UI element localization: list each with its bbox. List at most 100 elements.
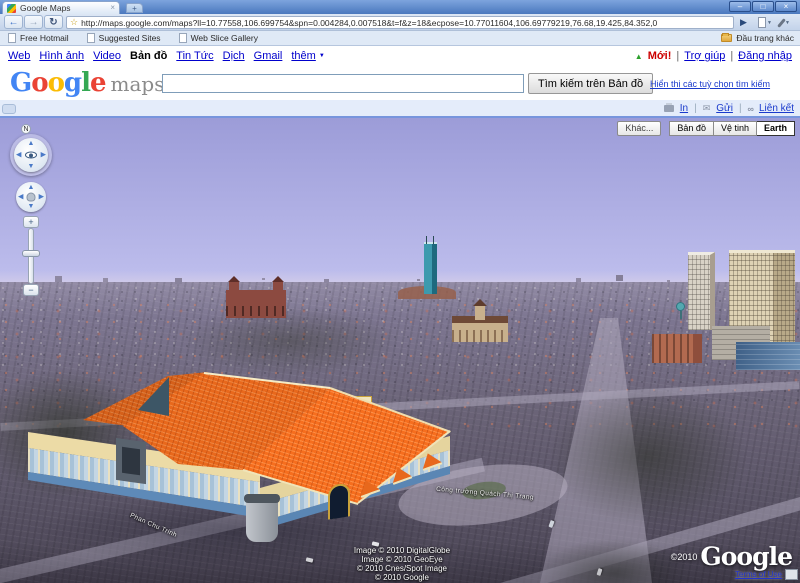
glass-building	[736, 342, 800, 370]
look-left-arrow[interactable]: ◀	[16, 152, 21, 159]
map-3d-view[interactable]: Công trường Quách Thị Trang Phan Chu Tri…	[0, 118, 800, 583]
red-brick-building	[226, 276, 286, 318]
credit-line: Image © 2010 DigitalGlobe	[353, 546, 451, 555]
page-menu-button[interactable]: ▼	[758, 16, 776, 29]
tower	[475, 305, 485, 320]
map-action-bar: In | ✉ Gửi | ∞ Liên kết	[0, 100, 800, 118]
email-icon: ✉	[702, 103, 711, 113]
nav-gmail[interactable]: Gmail	[254, 50, 283, 62]
bookmark-label: Suggested Sites	[98, 33, 161, 43]
logo-letter: G	[10, 68, 32, 98]
nav-more[interactable]: thêm	[291, 50, 315, 62]
window-titlebar: Google Maps × + – □ ×	[0, 0, 800, 14]
tree-patch	[180, 306, 400, 376]
print-link[interactable]: In	[680, 103, 688, 114]
look-up-arrow[interactable]: ▲	[28, 140, 35, 147]
share-actions: In | ✉ Gửi | ∞ Liên kết	[663, 103, 794, 114]
minimize-button[interactable]: –	[729, 1, 751, 12]
bookmark-star-icon[interactable]: ☆	[70, 18, 78, 27]
ben-thanh-market-model	[28, 368, 458, 566]
view-earth-button[interactable]: Earth	[756, 121, 795, 136]
pan-right-arrow[interactable]: ▶	[39, 194, 44, 201]
search-options-link[interactable]: Hiển thị các tuỳ chọn tìm kiếm	[650, 79, 770, 89]
view-more-button[interactable]: Khác...	[617, 121, 662, 136]
forward-button[interactable]: →	[24, 15, 43, 29]
url-input[interactable]	[81, 17, 730, 28]
google-maps-logo[interactable]: Google maps	[10, 68, 165, 98]
separator: |	[676, 50, 680, 62]
new-badge[interactable]: Mới!	[648, 50, 672, 62]
logo-letter: o	[31, 68, 48, 98]
logo-product: maps	[110, 72, 165, 96]
compass-north-badge[interactable]: N	[21, 124, 31, 134]
imagery-credits: Image © 2010 DigitalGlobe Image © 2010 G…	[322, 546, 482, 582]
link-link[interactable]: Liên kết	[759, 103, 794, 114]
page-icon	[86, 33, 95, 43]
google-services-header: Web Hình ảnh Video Bản đồ Tin Tức Dịch G…	[0, 46, 800, 68]
watermark-brand: Google	[700, 542, 793, 571]
nav-video[interactable]: Video	[93, 50, 121, 62]
close-button[interactable]: ×	[775, 1, 797, 12]
pan-control[interactable]: ▲ ▼ ◀ ▶	[16, 182, 46, 212]
bookmark-item[interactable]: Suggested Sites	[86, 33, 161, 43]
bookmark-label: Web Slice Gallery	[190, 33, 258, 43]
eye-icon	[25, 151, 37, 159]
bookmark-item[interactable]: Free Hotmail	[8, 33, 69, 43]
panel-collapse-button[interactable]	[2, 104, 16, 114]
look-down-arrow[interactable]: ▼	[28, 163, 35, 170]
back-button[interactable]: ←	[4, 15, 23, 29]
chevron-down-icon: ▼	[785, 19, 790, 26]
other-bookmarks-button[interactable]: Đầu trang khác	[721, 33, 794, 43]
colonial-building	[452, 299, 508, 342]
bookmark-label: Free Hotmail	[20, 33, 69, 43]
logo-letter: o	[47, 68, 65, 98]
browser-tab[interactable]: Google Maps ×	[2, 1, 120, 14]
maximize-button[interactable]: □	[752, 1, 774, 12]
tree-patch	[548, 386, 748, 526]
sign-in-link[interactable]: Đăng nhập	[738, 50, 792, 62]
distant-skyline	[55, 276, 62, 282]
zoom-out-button[interactable]: −	[23, 284, 39, 296]
address-bar[interactable]: ☆	[66, 16, 734, 29]
nav-news[interactable]: Tin Tức	[176, 50, 213, 62]
nav-images[interactable]: Hình ảnh	[39, 50, 84, 62]
help-link[interactable]: Trợ giúp	[684, 50, 725, 62]
pan-down-arrow[interactable]: ▼	[28, 203, 35, 210]
window-controls: – □ ×	[729, 1, 797, 12]
map-view-switcher: Khác... Bản đồ Vệ tinh Earth	[617, 121, 795, 136]
nav-translate[interactable]: Dịch	[223, 50, 245, 62]
new-tab-button[interactable]: +	[126, 3, 143, 13]
wrench-menu-button[interactable]: ▼	[777, 16, 798, 29]
windows	[226, 306, 286, 316]
look-control[interactable]: ▲ ▼ ◀ ▶	[14, 138, 48, 172]
corner-turret	[244, 494, 280, 542]
search-button[interactable]: Tìm kiếm trên Bản đồ	[528, 73, 654, 94]
view-satellite-button[interactable]: Vệ tinh	[713, 121, 757, 136]
pan-up-arrow[interactable]: ▲	[28, 184, 35, 191]
highrise-building	[688, 252, 715, 330]
look-right-arrow[interactable]: ▶	[41, 152, 46, 159]
map-search-input[interactable]	[162, 74, 524, 93]
scale-toggle-icon[interactable]	[785, 569, 798, 580]
go-button[interactable]: ▶	[740, 17, 747, 28]
page-icon	[8, 33, 16, 43]
separator: |	[738, 103, 742, 114]
watermark-year: ©2010	[670, 552, 698, 562]
terms-of-use-link[interactable]: Terms of Use	[735, 570, 782, 579]
logo-letter: l	[81, 68, 91, 98]
nav-web[interactable]: Web	[8, 50, 30, 62]
print-icon	[663, 103, 674, 112]
reload-button[interactable]: ↻	[44, 15, 63, 29]
view-map-button[interactable]: Bản đồ	[669, 121, 714, 136]
pan-left-arrow[interactable]: ◀	[18, 194, 23, 201]
zoom-in-button[interactable]: +	[23, 216, 39, 228]
windows	[452, 330, 508, 342]
send-link[interactable]: Gửi	[716, 103, 733, 114]
side-gate	[116, 437, 146, 485]
credit-line: Image © 2010 GeoEye	[361, 555, 443, 564]
zoom-slider-handle[interactable]	[22, 250, 40, 257]
skyscraper-teal	[424, 236, 437, 294]
bookmark-item[interactable]: Web Slice Gallery	[178, 33, 258, 43]
credit-line: © 2010 Cnes/Spot Image	[357, 564, 447, 573]
tab-close-icon[interactable]: ×	[110, 4, 115, 12]
